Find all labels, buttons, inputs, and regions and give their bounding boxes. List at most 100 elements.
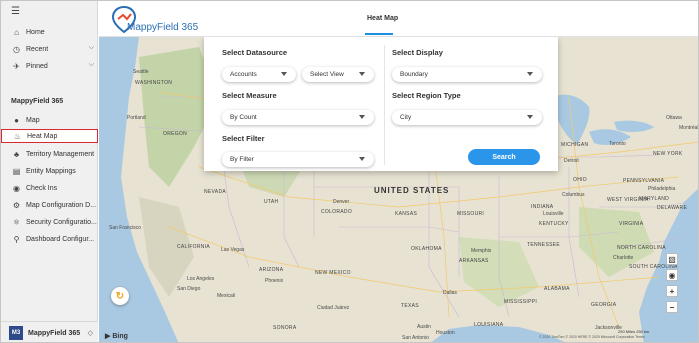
nav-item-home[interactable]: ⌂ Home bbox=[1, 25, 98, 39]
map-label: NORTH CAROLINA bbox=[617, 245, 666, 251]
search-button[interactable]: Search bbox=[468, 149, 540, 165]
chevron-down-icon[interactable]: ⌵ bbox=[89, 44, 94, 52]
map-label: UTAH bbox=[264, 199, 279, 205]
dashboard-icon: ⚲ bbox=[13, 234, 20, 244]
refresh-icon[interactable]: ↻ bbox=[111, 287, 129, 305]
map-label: San Diego bbox=[177, 286, 201, 292]
map-label: NEW MEXICO bbox=[315, 270, 351, 276]
settings-icon: ⚙ bbox=[12, 200, 21, 210]
map-label: Montréal bbox=[679, 125, 699, 131]
locate-me-icon[interactable]: ◉ bbox=[666, 269, 678, 281]
active-tab-indicator bbox=[365, 33, 393, 35]
nav-item-label: Territory Management bbox=[26, 150, 95, 158]
map-canvas[interactable]: Seattle WASHINGTON Portland OREGON NEVAD… bbox=[99, 37, 699, 342]
nav-item-label: Recent bbox=[26, 45, 49, 53]
map-label: DELAWARE bbox=[657, 205, 688, 211]
map-label: MISSISSIPPI bbox=[504, 299, 538, 305]
nav-item-security-configuration[interactable]: ⚛ Security Configuratio... bbox=[1, 215, 98, 229]
nav-item-pinned[interactable]: ✈ Pinned ⌵ bbox=[1, 59, 98, 73]
map-label: Toronto bbox=[609, 141, 626, 147]
map-label: MARYLAND bbox=[639, 196, 670, 202]
map-style-icon[interactable]: ▧ bbox=[666, 253, 678, 265]
map-label: NEW YORK bbox=[653, 151, 683, 157]
nav-item-heat-map[interactable]: ♨ Heat Map bbox=[1, 129, 98, 143]
app-name: MappyField 365 bbox=[28, 329, 81, 337]
view-dropdown[interactable]: Select View bbox=[302, 67, 374, 82]
filter-dropdown[interactable]: By Filter bbox=[222, 152, 374, 167]
chevron-down-icon bbox=[359, 72, 365, 76]
map-pin-icon: ● bbox=[14, 115, 19, 125]
measure-dropdown[interactable]: By Count bbox=[222, 110, 374, 125]
home-icon: ⌂ bbox=[14, 27, 19, 37]
chevron-down-icon bbox=[359, 157, 365, 161]
map-label: KENTUCKY bbox=[539, 221, 569, 227]
nav-item-entity-mappings[interactable]: ▤ Entity Mappings bbox=[1, 164, 98, 178]
map-label: Portland bbox=[127, 115, 146, 121]
nav-item-label: Dashboard Configur... bbox=[26, 235, 95, 243]
hamburger-menu-icon[interactable]: ☰ bbox=[11, 6, 20, 17]
map-label: Memphis bbox=[471, 248, 492, 254]
map-scale: 250 Miles 250 km bbox=[618, 329, 650, 334]
nav-item-label: Security Configuratio... bbox=[26, 218, 97, 226]
zoom-out-button[interactable]: − bbox=[666, 301, 678, 313]
map-label: VIRGINIA bbox=[619, 221, 644, 227]
datasource-label: Select Datasource bbox=[222, 48, 288, 57]
map-label: INDIANA bbox=[531, 204, 554, 210]
nav-item-recent[interactable]: ◷ Recent ⌵ bbox=[1, 42, 98, 56]
expand-collapse-icon[interactable]: ◇ bbox=[88, 329, 93, 337]
map-label: San Antonio bbox=[402, 335, 429, 341]
nav-item-label: Map Configuration D... bbox=[26, 201, 97, 209]
page-title[interactable]: Heat Map bbox=[367, 15, 398, 22]
map-label: Mexicali bbox=[217, 293, 236, 299]
bing-label: Bing bbox=[112, 333, 128, 340]
map-label: PENNSYLVANIA bbox=[623, 178, 665, 184]
nav-item-label: Pinned bbox=[26, 62, 48, 70]
map-label: Houston bbox=[436, 330, 455, 336]
zoom-in-button[interactable]: + bbox=[666, 285, 678, 297]
map-label: Austin bbox=[417, 324, 431, 330]
nav-item-label: Entity Mappings bbox=[26, 167, 76, 175]
map-label: Las Vegas bbox=[221, 247, 245, 253]
nav-item-label: Check Ins bbox=[26, 184, 58, 192]
clock-icon: ◷ bbox=[13, 44, 20, 54]
left-navigation: ☰ ⌂ Home ◷ Recent ⌵ ✈ Pinned ⌵ MappyFiel… bbox=[1, 1, 98, 342]
nav-section-title: MappyField 365 bbox=[11, 98, 64, 105]
datasource-value: Accounts bbox=[230, 71, 257, 78]
map-label: NEVADA bbox=[204, 189, 226, 195]
nav-item-map[interactable]: ● Map bbox=[1, 113, 98, 127]
map-label: San Francisco bbox=[109, 225, 141, 231]
display-dropdown[interactable]: Boundary bbox=[392, 67, 542, 82]
map-label: Los Angeles bbox=[187, 276, 215, 282]
app-switcher[interactable]: M3 MappyField 365 ◇ bbox=[1, 321, 98, 342]
country-label: UNITED STATES bbox=[374, 186, 450, 195]
nav-item-map-configuration[interactable]: ⚙ Map Configuration D... bbox=[1, 198, 98, 212]
security-icon: ⚛ bbox=[12, 217, 21, 227]
datasource-dropdown[interactable]: Accounts bbox=[222, 67, 296, 82]
nav-item-label: Home bbox=[26, 28, 45, 36]
map-label: MISSOURI bbox=[457, 211, 485, 217]
display-value: Boundary bbox=[400, 71, 428, 78]
map-label: Philadelphia bbox=[648, 186, 676, 192]
map-label: Louisville bbox=[543, 211, 564, 217]
heat-map-controls-panel: Select Datasource Accounts Select View S… bbox=[204, 37, 558, 171]
map-label: CALIFORNIA bbox=[177, 244, 211, 250]
document-icon: ▤ bbox=[12, 166, 21, 176]
map-label: MICHIGAN bbox=[561, 142, 589, 148]
view-value: Select View bbox=[310, 71, 344, 78]
map-label: Phoenix bbox=[265, 278, 284, 284]
measure-value: By Count bbox=[230, 114, 257, 121]
map-label: TEXAS bbox=[401, 303, 419, 309]
nav-item-check-ins[interactable]: ◉ Check Ins bbox=[1, 181, 98, 195]
filter-value: By Filter bbox=[230, 156, 254, 163]
bing-logo-icon: ▶ bbox=[105, 333, 111, 340]
map-label: OKLAHOMA bbox=[411, 246, 442, 252]
chevron-down-icon[interactable]: ⌵ bbox=[89, 61, 94, 69]
map-label: COLORADO bbox=[321, 209, 353, 215]
map-label: TENNESSEE bbox=[527, 242, 560, 248]
chevron-down-icon bbox=[359, 115, 365, 119]
region-type-dropdown[interactable]: City bbox=[392, 110, 542, 125]
nav-item-territory-management[interactable]: ♣ Territory Management bbox=[1, 147, 98, 161]
map-copyright: © 2020 TomTom © 2020 HERE © 2020 Microso… bbox=[539, 335, 645, 339]
map-label: KANSAS bbox=[395, 211, 418, 217]
nav-item-dashboard-configuration[interactable]: ⚲ Dashboard Configur... bbox=[1, 232, 98, 246]
